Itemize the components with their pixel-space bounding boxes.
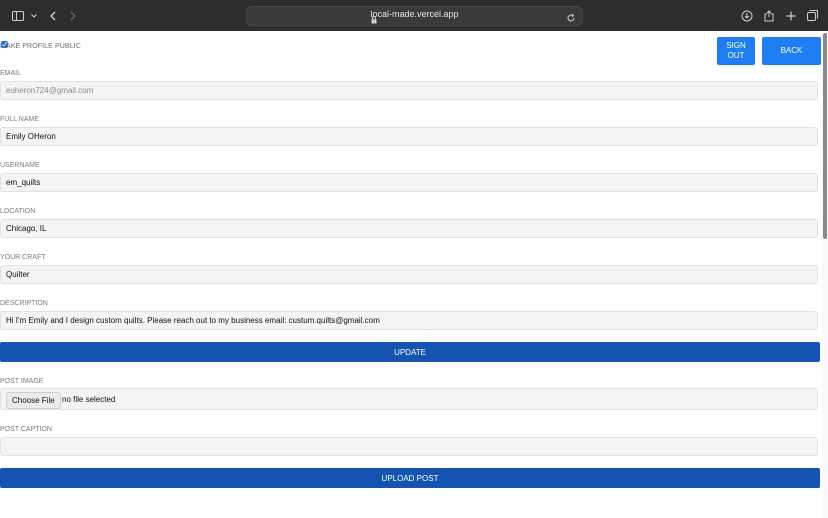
forward-arrow-icon[interactable] [68, 8, 78, 23]
new-tab-icon[interactable] [785, 8, 797, 23]
description-field[interactable]: Hi I'm Emily and I design custom quilts.… [0, 311, 818, 330]
post-caption-field[interactable] [0, 437, 818, 456]
location-field[interactable]: Chicago, IL [0, 219, 818, 238]
scrollbar-thumb[interactable] [823, 33, 827, 239]
craft-label: YOUR CRAFT [0, 254, 46, 261]
chevron-down-icon[interactable] [30, 8, 38, 23]
downloads-icon[interactable] [741, 8, 753, 23]
post-caption-label: POST CAPTION [0, 426, 52, 433]
reload-icon[interactable] [566, 10, 576, 28]
post-image-label: POST IMAGE [0, 378, 44, 385]
location-label: LOCATION [0, 208, 36, 215]
email-field[interactable]: eoheron724@gmail.com [0, 81, 818, 100]
post-image-input[interactable]: Choose File no file selected [0, 388, 818, 410]
upload-post-button[interactable]: UPLOAD POST [0, 468, 820, 488]
sign-out-button[interactable]: SIGN OUT [717, 37, 755, 65]
back-button[interactable]: BACK [762, 37, 821, 65]
email-label: EMAIL [0, 70, 22, 77]
tab-overview-icon[interactable] [806, 8, 818, 23]
description-label: DESCRIPTION [0, 300, 48, 307]
back-arrow-icon[interactable] [48, 8, 58, 23]
browser-toolbar: local-made.vercel.app [0, 0, 828, 32]
address-bar[interactable]: local-made.vercel.app [246, 6, 583, 26]
full-name-field[interactable]: Emily OHeron [0, 127, 818, 146]
share-icon[interactable] [763, 8, 775, 23]
craft-field[interactable]: Quilter [0, 265, 818, 284]
full-name-label: FULL NAME [0, 116, 40, 123]
sidebar-toggle-icon[interactable] [12, 8, 24, 23]
choose-file-button[interactable]: Choose File [6, 392, 61, 409]
username-label: USERNAME [0, 162, 40, 169]
update-button[interactable]: UPDATE [0, 342, 820, 362]
profile-edit-page: MAKE PROFILE PUBLIC SIGN OUT BACK EMAIL … [0, 31, 822, 518]
username-field[interactable]: em_quilts [0, 173, 818, 192]
file-status-text: no file selected [62, 395, 116, 404]
url-text: local-made.vercel.app [370, 9, 459, 19]
make-public-label: MAKE PROFILE PUBLIC [0, 43, 81, 50]
